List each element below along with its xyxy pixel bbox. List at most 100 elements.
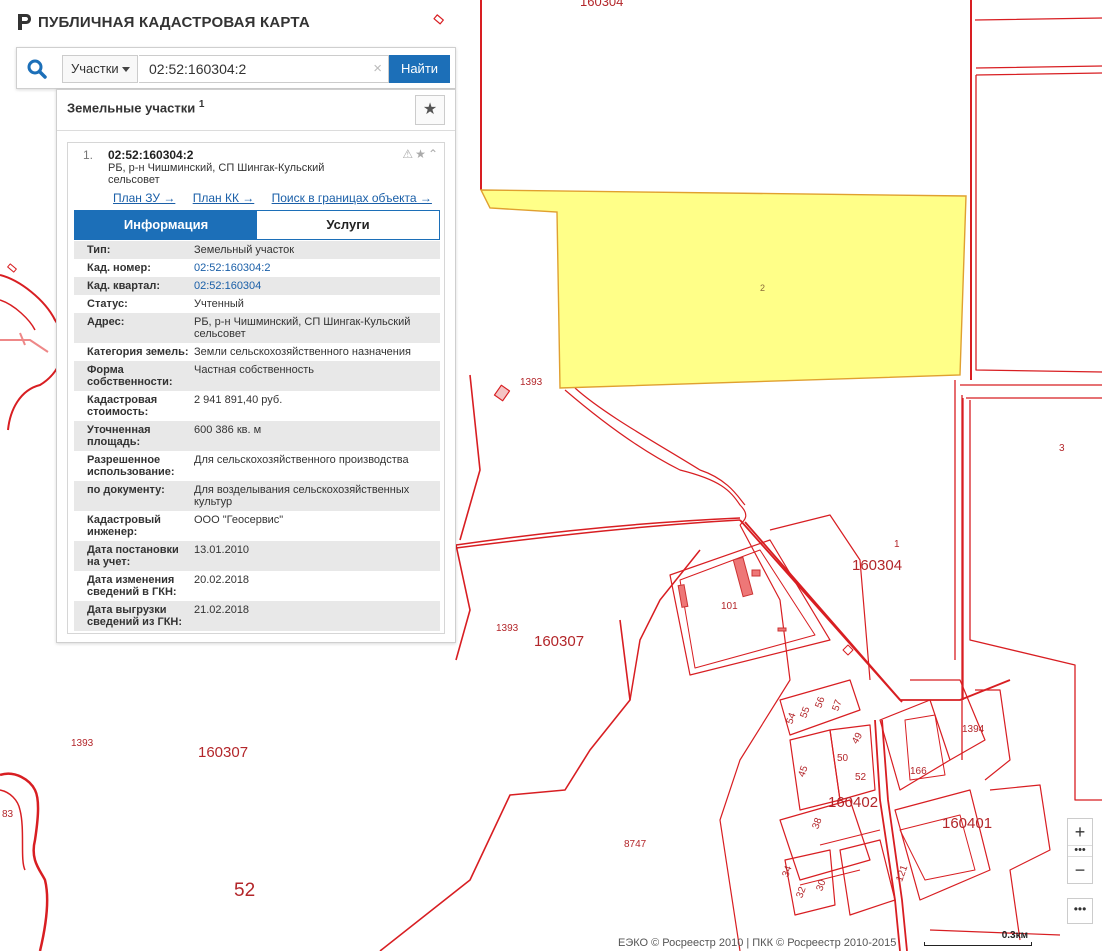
zoom-in-button[interactable]: + bbox=[1068, 819, 1092, 845]
info-row-key: Уточненная площадь: bbox=[87, 424, 151, 448]
info-row-value[interactable]: 02:52:160304 bbox=[194, 280, 440, 292]
map-attribution: ЕЭКО © Росреестр 2010 | ПКК © Росреестр … bbox=[618, 937, 897, 949]
tab-information[interactable]: Информация bbox=[75, 211, 257, 239]
more-tools-button[interactable]: ••• bbox=[1067, 898, 1093, 924]
scale-line bbox=[924, 942, 1032, 946]
plan-zu-link[interactable]: План ЗУ → bbox=[113, 191, 175, 205]
parcel-label-1393: 1393 bbox=[520, 377, 543, 388]
results-panel: Земельные участки 1 ★ 1. 02:52:160304:2 … bbox=[56, 89, 456, 643]
info-row: Адрес: РБ, р-н Чишминский, СП Шингак-Куль… bbox=[74, 313, 440, 343]
info-row-key: по документу: bbox=[87, 484, 165, 496]
parcel-label-101: 101 bbox=[721, 601, 738, 612]
chevron-down-icon bbox=[122, 67, 130, 72]
info-row: Кад. квартал: 02:52:160304 bbox=[74, 277, 440, 295]
info-row-value: ООО "Геосервис" bbox=[194, 514, 284, 526]
result-index: 1. bbox=[83, 148, 94, 162]
info-row: Дата изменения сведений в ГКН: 20.02.2018 bbox=[74, 571, 440, 601]
info-row: Уточненная площадь: 600 386 кв. м bbox=[74, 421, 440, 451]
favorite-button[interactable]: ★ bbox=[415, 95, 445, 125]
plan-kk-link[interactable]: План КК → bbox=[193, 191, 255, 205]
info-row: Тип: Земельный участок bbox=[74, 241, 440, 259]
tab-services[interactable]: Услуги bbox=[257, 211, 439, 239]
info-row-key: Тип: bbox=[87, 244, 111, 256]
info-row-key: Дата выгрузки сведений из ГКН: bbox=[87, 604, 183, 628]
quarter-label-160307-a: 160307 bbox=[534, 633, 585, 650]
info-row-key: Дата постановки на учет: bbox=[87, 544, 179, 568]
info-row: Категория земель: Земли сельскохозяйствен… bbox=[74, 343, 440, 361]
info-row-value: 2 941 891,40 руб. bbox=[194, 394, 283, 406]
result-links: План ЗУ → План КК → Поиск в границах объ… bbox=[113, 191, 446, 205]
info-row-value[interactable]: 02:52:160304:2 bbox=[194, 262, 440, 274]
info-row: Дата выгрузки сведений из ГКН: 21.02.2018 bbox=[74, 601, 440, 631]
info-table: Тип: Земельный участок Кад. номер: 02:52:16… bbox=[74, 241, 440, 631]
warning-icon[interactable]: ⚠ bbox=[402, 147, 415, 161]
star-outline-icon[interactable]: ★ bbox=[415, 147, 428, 161]
quarter-label-160304: 160304 bbox=[852, 557, 903, 574]
info-row: Кад. номер: 02:52:160304:2 bbox=[74, 259, 440, 277]
parcel-label-8747: 8747 bbox=[624, 839, 647, 850]
parcel-label-1: 1 bbox=[894, 539, 900, 550]
info-row-key: Разрешенное использование: bbox=[87, 454, 175, 478]
result-card: 1. 02:52:160304:2 РБ, р-н Чишминский, СП… bbox=[67, 142, 445, 634]
parcel-label-3: 3 bbox=[1059, 443, 1065, 454]
parcel-label-1394: 1394 bbox=[962, 724, 985, 735]
find-button[interactable]: Найти bbox=[389, 55, 450, 83]
info-row-value: Земельный участок bbox=[194, 244, 295, 256]
results-heading: Земельные участки 1 bbox=[67, 99, 204, 115]
info-row-value: 600 386 кв. м bbox=[194, 424, 262, 436]
zoom-slider-handle[interactable]: ••• bbox=[1068, 845, 1092, 857]
parcel-label-1393-c: 1393 bbox=[71, 738, 94, 749]
results-count: 1 bbox=[198, 99, 205, 110]
info-row-key: Статус: bbox=[87, 298, 128, 310]
rosreestr-logo-icon bbox=[18, 14, 31, 30]
quarter-label-160307-b: 160307 bbox=[198, 744, 249, 761]
info-row-value: Частная собственность bbox=[194, 364, 315, 376]
result-cad-number[interactable]: 02:52:160304:2 bbox=[108, 148, 193, 162]
search-type-label: Участки bbox=[71, 61, 119, 76]
zoom-out-button[interactable]: − bbox=[1068, 857, 1092, 883]
info-row: Статус: Учтенный bbox=[74, 295, 440, 313]
info-row-key: Дата изменения сведений в ГКН: bbox=[87, 574, 177, 598]
search-type-select[interactable]: Участки bbox=[62, 55, 138, 83]
info-row-key: Кадастровый инженер: bbox=[87, 514, 161, 538]
quarter-label-160401: 160401 bbox=[942, 815, 993, 832]
parcel-label-166: 166 bbox=[910, 766, 927, 777]
info-row-key: Кадастровая стоимость: bbox=[87, 394, 158, 418]
info-row-value: 20.02.2018 bbox=[194, 574, 250, 586]
info-row: Кадастровая стоимость: 2 941 891,40 руб. bbox=[74, 391, 440, 421]
info-row-value: Для возделывания сельскохозяйственных ку… bbox=[194, 484, 410, 508]
info-row-key: Категория земель: bbox=[87, 346, 189, 358]
scale-label: 0.3км bbox=[1001, 930, 1028, 941]
search-bar: Участки 02:52:160304:2 × Найти bbox=[16, 47, 456, 89]
info-row-key: Кад. номер: bbox=[87, 262, 151, 274]
info-row-key: Адрес: bbox=[87, 316, 125, 328]
info-row-key: Форма собственности: bbox=[87, 364, 173, 388]
search-within-link[interactable]: Поиск в границах объекта → bbox=[272, 191, 432, 205]
result-address: РБ, р-н Чишминский, СП Шингак-Кульский с… bbox=[108, 162, 325, 186]
parcel-label-83: 83 bbox=[2, 809, 14, 820]
scale-bar: 0.3км bbox=[924, 930, 1034, 951]
parcel-label-50: 50 bbox=[837, 753, 849, 764]
star-icon: ★ bbox=[422, 101, 438, 118]
info-row: по документу: Для возделывания сельскохоз… bbox=[74, 481, 440, 511]
info-row-key: Кад. квартал: bbox=[87, 280, 161, 292]
result-actions: ⚠★⌃ bbox=[402, 147, 440, 161]
info-row-value: Земли сельскохозяйственного назначения bbox=[194, 346, 411, 358]
selected-parcel bbox=[479, 189, 967, 389]
result-tabs: Информация Услуги bbox=[74, 210, 440, 240]
zoom-control: + ••• − bbox=[1067, 818, 1093, 884]
parcel-label-52: 52 bbox=[855, 772, 867, 783]
search-query-text: 02:52:160304:2 bbox=[149, 61, 247, 77]
chevron-up-icon[interactable]: ⌃ bbox=[428, 147, 440, 161]
info-row: Дата постановки на учет: 13.01.2010 bbox=[74, 541, 440, 571]
search-input[interactable]: 02:52:160304:2 × bbox=[139, 55, 389, 83]
search-icon[interactable] bbox=[25, 57, 49, 81]
app-header: ПУБЛИЧНАЯ КАДАСТРОВАЯ КАРТА bbox=[16, 12, 310, 32]
results-heading-text: Земельные участки bbox=[67, 100, 196, 116]
parcel-label-2: 2 bbox=[760, 283, 766, 293]
parcel-label-52-big: 52 bbox=[234, 880, 256, 901]
info-row-value: 13.01.2010 bbox=[194, 544, 250, 556]
clear-icon[interactable]: × bbox=[373, 56, 382, 82]
info-row-value: РБ, р-н Чишминский, СП Шингак-Кульский с… bbox=[194, 316, 411, 340]
parcel-label-1393-b: 1393 bbox=[496, 623, 519, 634]
